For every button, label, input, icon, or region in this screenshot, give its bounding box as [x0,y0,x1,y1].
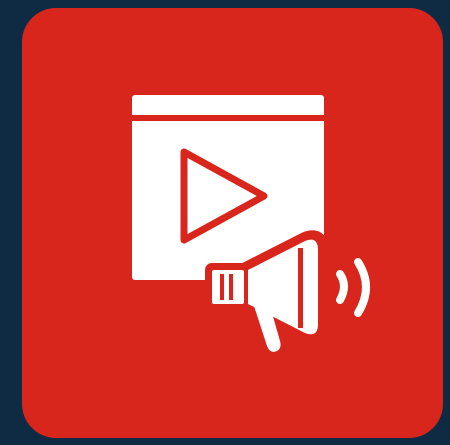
app-icon-tile[interactable] [22,8,443,438]
video-marketing-icon [132,95,370,362]
icon-canvas [0,0,450,445]
sound-waves-icon [336,258,370,317]
